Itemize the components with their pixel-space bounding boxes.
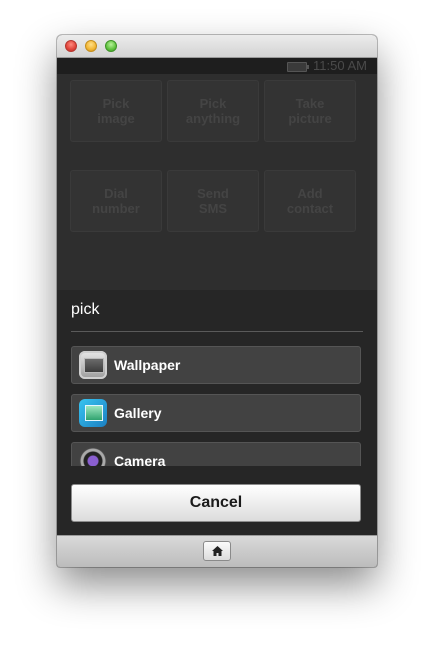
zoom-window-button[interactable] bbox=[105, 40, 117, 52]
simulator-window: 11:50 AM Pick image Pick anything Take p… bbox=[57, 35, 377, 567]
option-label: Gallery bbox=[114, 405, 162, 421]
pick-dialog: pick Wallpaper Gallery Camera Cancel bbox=[57, 290, 377, 536]
home-icon bbox=[212, 546, 223, 556]
status-clock: 11:50 AM bbox=[313, 58, 367, 73]
add-contact-button: Add contact bbox=[264, 170, 356, 232]
dialog-divider bbox=[71, 331, 363, 332]
dialog-footer: Cancel bbox=[57, 466, 377, 536]
status-bar: 11:50 AM bbox=[57, 58, 377, 74]
pick-anything-button: Pick anything bbox=[167, 80, 259, 142]
device-screen: 11:50 AM Pick image Pick anything Take p… bbox=[57, 58, 377, 536]
battery-icon bbox=[287, 62, 309, 72]
window-titlebar bbox=[57, 35, 377, 58]
option-wallpaper[interactable]: Wallpaper bbox=[71, 346, 361, 384]
simulator-bottom-bar bbox=[57, 535, 377, 567]
wallpaper-icon bbox=[79, 351, 107, 379]
take-picture-button: Take picture bbox=[264, 80, 356, 142]
close-window-button[interactable] bbox=[65, 40, 77, 52]
dialog-title: pick bbox=[71, 301, 100, 318]
home-button[interactable] bbox=[203, 541, 231, 561]
send-sms-button: Send SMS bbox=[167, 170, 259, 232]
pick-image-button: Pick image bbox=[70, 80, 162, 142]
option-gallery[interactable]: Gallery bbox=[71, 394, 361, 432]
minimize-window-button[interactable] bbox=[85, 40, 97, 52]
option-label: Wallpaper bbox=[114, 357, 181, 373]
dial-number-button: Dial number bbox=[70, 170, 162, 232]
gallery-icon bbox=[79, 399, 107, 427]
cancel-button[interactable]: Cancel bbox=[71, 484, 361, 522]
